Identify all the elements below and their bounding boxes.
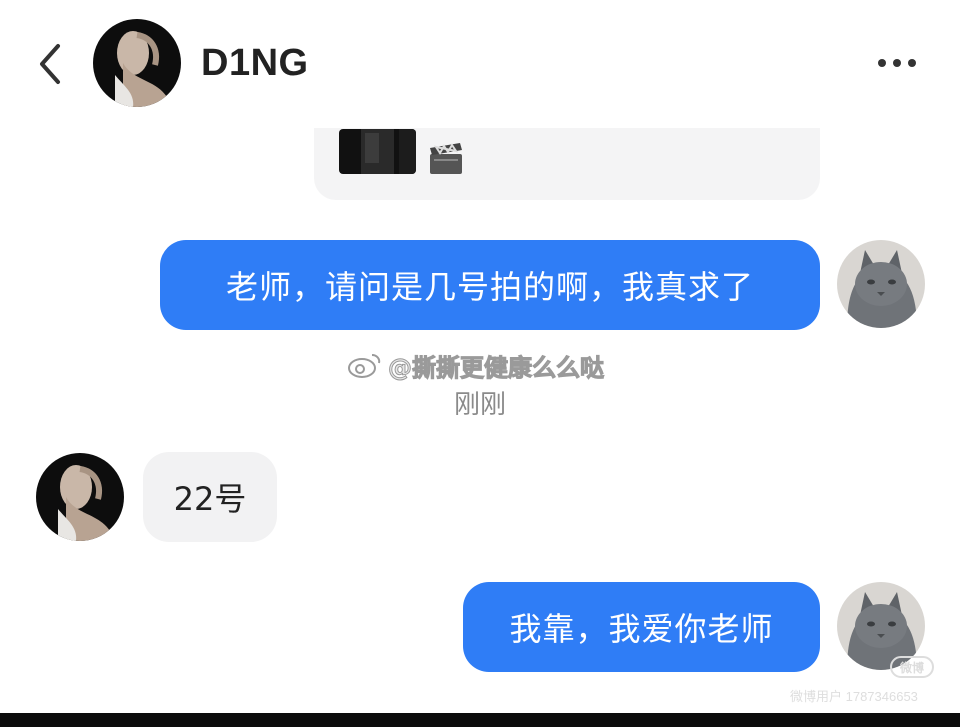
message-bubble-incoming[interactable]: 22号 bbox=[143, 452, 277, 542]
message-bubble-outgoing[interactable]: 我靠，我爱你老师 bbox=[463, 582, 820, 672]
bottom-bar bbox=[0, 713, 960, 727]
weibo-watermark: @撕撕更健康么么哒 bbox=[346, 350, 605, 382]
message-bubble-outgoing[interactable]: 老师，请问是几号拍的啊，我真求了 bbox=[160, 240, 820, 330]
more-options-button[interactable] bbox=[872, 46, 922, 80]
weibo-corner-logo: 微博 bbox=[890, 656, 934, 678]
timestamp: 刚刚 bbox=[453, 390, 506, 420]
contact-avatar-message[interactable] bbox=[36, 453, 124, 541]
clapperboard-icon bbox=[427, 139, 465, 177]
my-avatar[interactable] bbox=[837, 240, 925, 328]
contact-avatar[interactable] bbox=[93, 19, 181, 107]
message-text: 我靠，我爱你老师 bbox=[509, 610, 774, 648]
back-button[interactable] bbox=[30, 40, 70, 88]
chevron-left-icon bbox=[40, 44, 60, 84]
video-thumbnail[interactable] bbox=[339, 129, 416, 174]
weibo-logo-icon bbox=[348, 354, 381, 378]
more-horizontal-icon bbox=[878, 59, 916, 67]
watermark-text: @撕撕更健康么么哒 bbox=[388, 353, 605, 382]
message-text: 22号 bbox=[173, 480, 247, 518]
contact-name: D1NG bbox=[201, 42, 309, 84]
weibo-user-id: 微博用户 1787346653 bbox=[790, 689, 918, 704]
message-text: 老师，请问是几号拍的啊，我真求了 bbox=[225, 268, 754, 306]
